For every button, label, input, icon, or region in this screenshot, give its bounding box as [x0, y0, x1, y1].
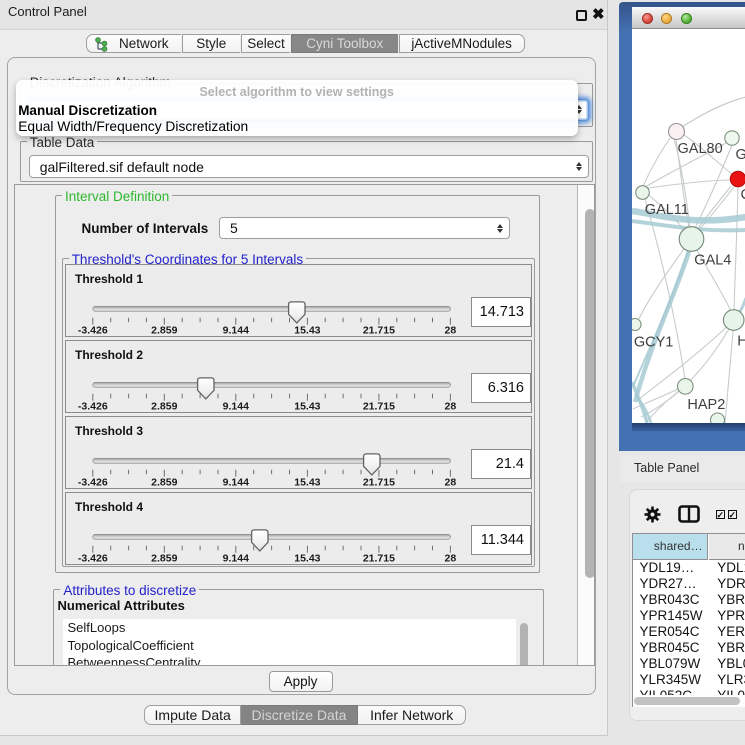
svg-text:2.859: 2.859 [151, 553, 177, 565]
svg-text:C: C [740, 187, 745, 203]
svg-text:-3.426: -3.426 [78, 401, 108, 413]
svg-text:GA: GA [735, 147, 745, 163]
svg-text:-3.426: -3.426 [78, 325, 108, 337]
svg-text:9.144: 9.144 [223, 401, 249, 413]
svg-text:28: 28 [445, 553, 457, 565]
svg-text:9.144: 9.144 [223, 553, 249, 565]
svg-text:GAL80: GAL80 [677, 141, 722, 157]
svg-text:9.144: 9.144 [223, 325, 249, 337]
svg-text:HAP2: HAP2 [687, 397, 725, 413]
svg-text:15.43: 15.43 [294, 553, 320, 565]
svg-text:2.859: 2.859 [151, 325, 177, 337]
svg-text:GAL4: GAL4 [694, 252, 731, 268]
svg-text:-3.426: -3.426 [78, 553, 108, 565]
svg-text:9.144: 9.144 [223, 477, 249, 489]
svg-text:21.715: 21.715 [363, 325, 395, 337]
svg-text:GAL11: GAL11 [644, 202, 688, 218]
svg-text:21.715: 21.715 [363, 477, 395, 489]
svg-text:28: 28 [445, 325, 457, 337]
svg-text:15.43: 15.43 [294, 325, 320, 337]
svg-text:GCY1: GCY1 [633, 334, 673, 350]
svg-text:2.859: 2.859 [151, 401, 177, 413]
svg-text:15.43: 15.43 [294, 477, 320, 489]
svg-text:28: 28 [445, 401, 457, 413]
svg-text:28: 28 [445, 477, 457, 489]
svg-text:-3.426: -3.426 [78, 477, 108, 489]
svg-text:2.859: 2.859 [151, 477, 177, 489]
svg-text:H: H [737, 333, 745, 349]
svg-text:21.715: 21.715 [363, 553, 395, 565]
svg-text:15.43: 15.43 [294, 401, 320, 413]
svg-text:21.715: 21.715 [363, 401, 395, 413]
